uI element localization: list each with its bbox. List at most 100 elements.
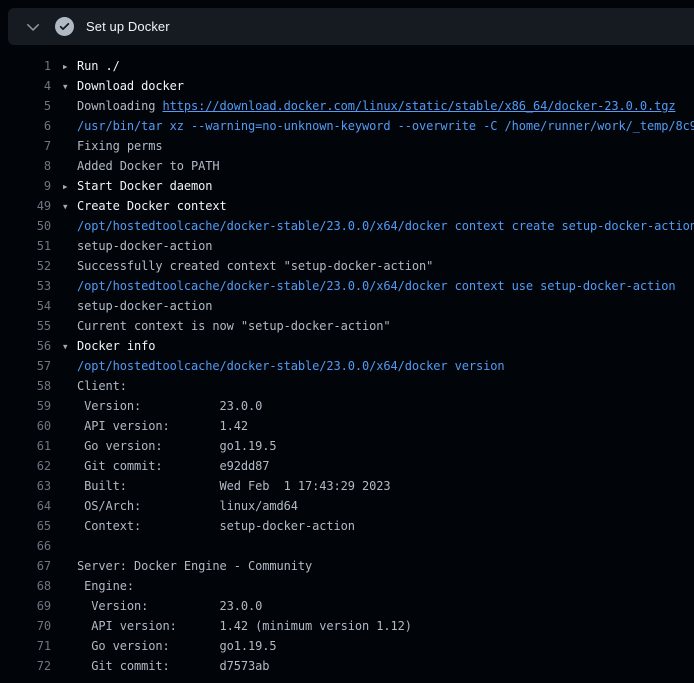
log-row: 8 Added Docker to PATH <box>0 156 694 176</box>
command-text: /opt/hostedtoolcache/docker-stable/23.0.… <box>77 279 675 293</box>
group-title[interactable]: Download docker <box>77 79 184 93</box>
line-number[interactable]: 52 <box>0 256 51 276</box>
chevron-down-icon[interactable] <box>25 19 41 35</box>
log-text: Git commit: d7573ab <box>77 659 269 673</box>
line-number[interactable]: 62 <box>0 456 51 476</box>
triangle-right-icon[interactable]: ▶ <box>63 57 77 76</box>
log-text: Added Docker to PATH <box>77 159 220 173</box>
line-number[interactable]: 49 <box>0 196 51 216</box>
line-number[interactable]: 54 <box>0 296 51 316</box>
line-number[interactable]: 56 <box>0 336 51 356</box>
log-row: 56 ▼Docker info <box>0 336 694 356</box>
log-row: 71 Go version: go1.19.5 <box>0 636 694 656</box>
line-number[interactable]: 63 <box>0 476 51 496</box>
group-title[interactable]: Start Docker daemon <box>77 179 212 193</box>
log-row: 52 Successfully created context "setup-do… <box>0 256 694 276</box>
step-header[interactable]: Set up Docker <box>8 8 694 45</box>
log-text: Context: setup-docker-action <box>77 519 355 533</box>
line-number[interactable]: 50 <box>0 216 51 236</box>
line-number[interactable]: 57 <box>0 356 51 376</box>
log-text: Git commit: e92dd87 <box>77 459 269 473</box>
log-text: setup-docker-action <box>77 299 212 313</box>
log-row: 49 ▼Create Docker context <box>0 196 694 216</box>
log-text: Version: 23.0.0 <box>77 399 262 413</box>
command-text: /usr/bin/tar xz --warning=no-unknown-key… <box>77 119 694 133</box>
line-number[interactable]: 58 <box>0 376 51 396</box>
line-number[interactable]: 66 <box>0 536 51 556</box>
log-text: setup-docker-action <box>77 239 212 253</box>
triangle-down-icon[interactable]: ▼ <box>63 197 77 216</box>
log-text: Engine: <box>77 579 134 593</box>
log-row: 58 Client: <box>0 376 694 396</box>
log-row: 53/opt/hostedtoolcache/docker-stable/23.… <box>0 276 694 296</box>
log-row: 65 Context: setup-docker-action <box>0 516 694 536</box>
line-number[interactable]: 7 <box>0 136 51 156</box>
group-title[interactable]: Docker info <box>77 339 155 353</box>
triangle-down-icon[interactable]: ▼ <box>63 337 77 356</box>
step-title: Set up Docker <box>86 19 170 34</box>
log-row: 9 ▶Start Docker daemon <box>0 176 694 196</box>
line-number[interactable]: 5 <box>0 96 51 116</box>
command-text: /opt/hostedtoolcache/docker-stable/23.0.… <box>77 359 504 373</box>
log-row: 69 Version: 23.0.0 <box>0 596 694 616</box>
log-row: 68 Engine: <box>0 576 694 596</box>
download-url-link[interactable]: https://download.docker.com/linux/static… <box>163 99 676 113</box>
log-row: 54 setup-docker-action <box>0 296 694 316</box>
log-text: OS/Arch: linux/amd64 <box>77 499 298 513</box>
log-text: API version: 1.42 (minimum version 1.12) <box>77 619 412 633</box>
group-title[interactable]: Run ./ <box>77 59 120 73</box>
log-row: 67 Server: Docker Engine - Community <box>0 556 694 576</box>
log-row: 72 Git commit: d7573ab <box>0 656 694 676</box>
line-number[interactable]: 70 <box>0 616 51 636</box>
log-row: 57/opt/hostedtoolcache/docker-stable/23.… <box>0 356 694 376</box>
log-text: Go version: go1.19.5 <box>77 439 277 453</box>
log-row: 50/opt/hostedtoolcache/docker-stable/23.… <box>0 216 694 236</box>
line-number[interactable]: 61 <box>0 436 51 456</box>
log-text: API version: 1.42 <box>77 419 248 433</box>
line-number[interactable]: 9 <box>0 176 51 196</box>
line-number[interactable]: 51 <box>0 236 51 256</box>
log-row: 4 ▼Download docker <box>0 76 694 96</box>
log-row: 51 setup-docker-action <box>0 236 694 256</box>
triangle-right-icon[interactable]: ▶ <box>63 177 77 196</box>
line-number[interactable]: 59 <box>0 396 51 416</box>
group-title[interactable]: Create Docker context <box>77 199 227 213</box>
line-number[interactable]: 72 <box>0 656 51 676</box>
line-number[interactable]: 53 <box>0 276 51 296</box>
line-number[interactable]: 65 <box>0 516 51 536</box>
log-row: 7 Fixing perms <box>0 136 694 156</box>
log-row: 1 ▶Run ./ <box>0 56 694 76</box>
log-console: 1▶Run ./4▼Download docker5Downloading ht… <box>0 45 694 676</box>
log-text: Downloading <box>77 99 163 113</box>
log-row: 63 Built: Wed Feb 1 17:43:29 2023 <box>0 476 694 496</box>
line-number[interactable]: 67 <box>0 556 51 576</box>
command-text: /opt/hostedtoolcache/docker-stable/23.0.… <box>77 219 694 233</box>
line-number[interactable]: 4 <box>0 76 51 96</box>
line-number[interactable]: 1 <box>0 56 51 76</box>
log-row: 70 API version: 1.42 (minimum version 1.… <box>0 616 694 636</box>
triangle-down-icon[interactable]: ▼ <box>63 77 77 96</box>
log-row: 59 Version: 23.0.0 <box>0 396 694 416</box>
line-number[interactable]: 69 <box>0 596 51 616</box>
line-number[interactable]: 71 <box>0 636 51 656</box>
check-circle-icon <box>55 17 74 36</box>
line-number[interactable]: 55 <box>0 316 51 336</box>
line-number[interactable]: 60 <box>0 416 51 436</box>
line-number[interactable]: 64 <box>0 496 51 516</box>
log-row: 55 Current context is now "setup-docker-a… <box>0 316 694 336</box>
log-text: Version: 23.0.0 <box>77 599 262 613</box>
log-row: 62 Git commit: e92dd87 <box>0 456 694 476</box>
log-text: Fixing perms <box>77 139 163 153</box>
line-number[interactable]: 68 <box>0 576 51 596</box>
log-row: 60 API version: 1.42 <box>0 416 694 436</box>
log-text: Client: <box>77 379 127 393</box>
log-row: 66 <box>0 536 694 556</box>
line-number[interactable]: 8 <box>0 156 51 176</box>
line-number[interactable]: 6 <box>0 116 51 136</box>
log-text: Current context is now "setup-docker-act… <box>77 319 390 333</box>
log-row: 61 Go version: go1.19.5 <box>0 436 694 456</box>
log-text: Server: Docker Engine - Community <box>77 559 312 573</box>
log-text: Successfully created context "setup-dock… <box>77 259 433 273</box>
log-row: 64 OS/Arch: linux/amd64 <box>0 496 694 516</box>
log-row: 5 Downloading https://download.docker.com… <box>0 96 694 116</box>
